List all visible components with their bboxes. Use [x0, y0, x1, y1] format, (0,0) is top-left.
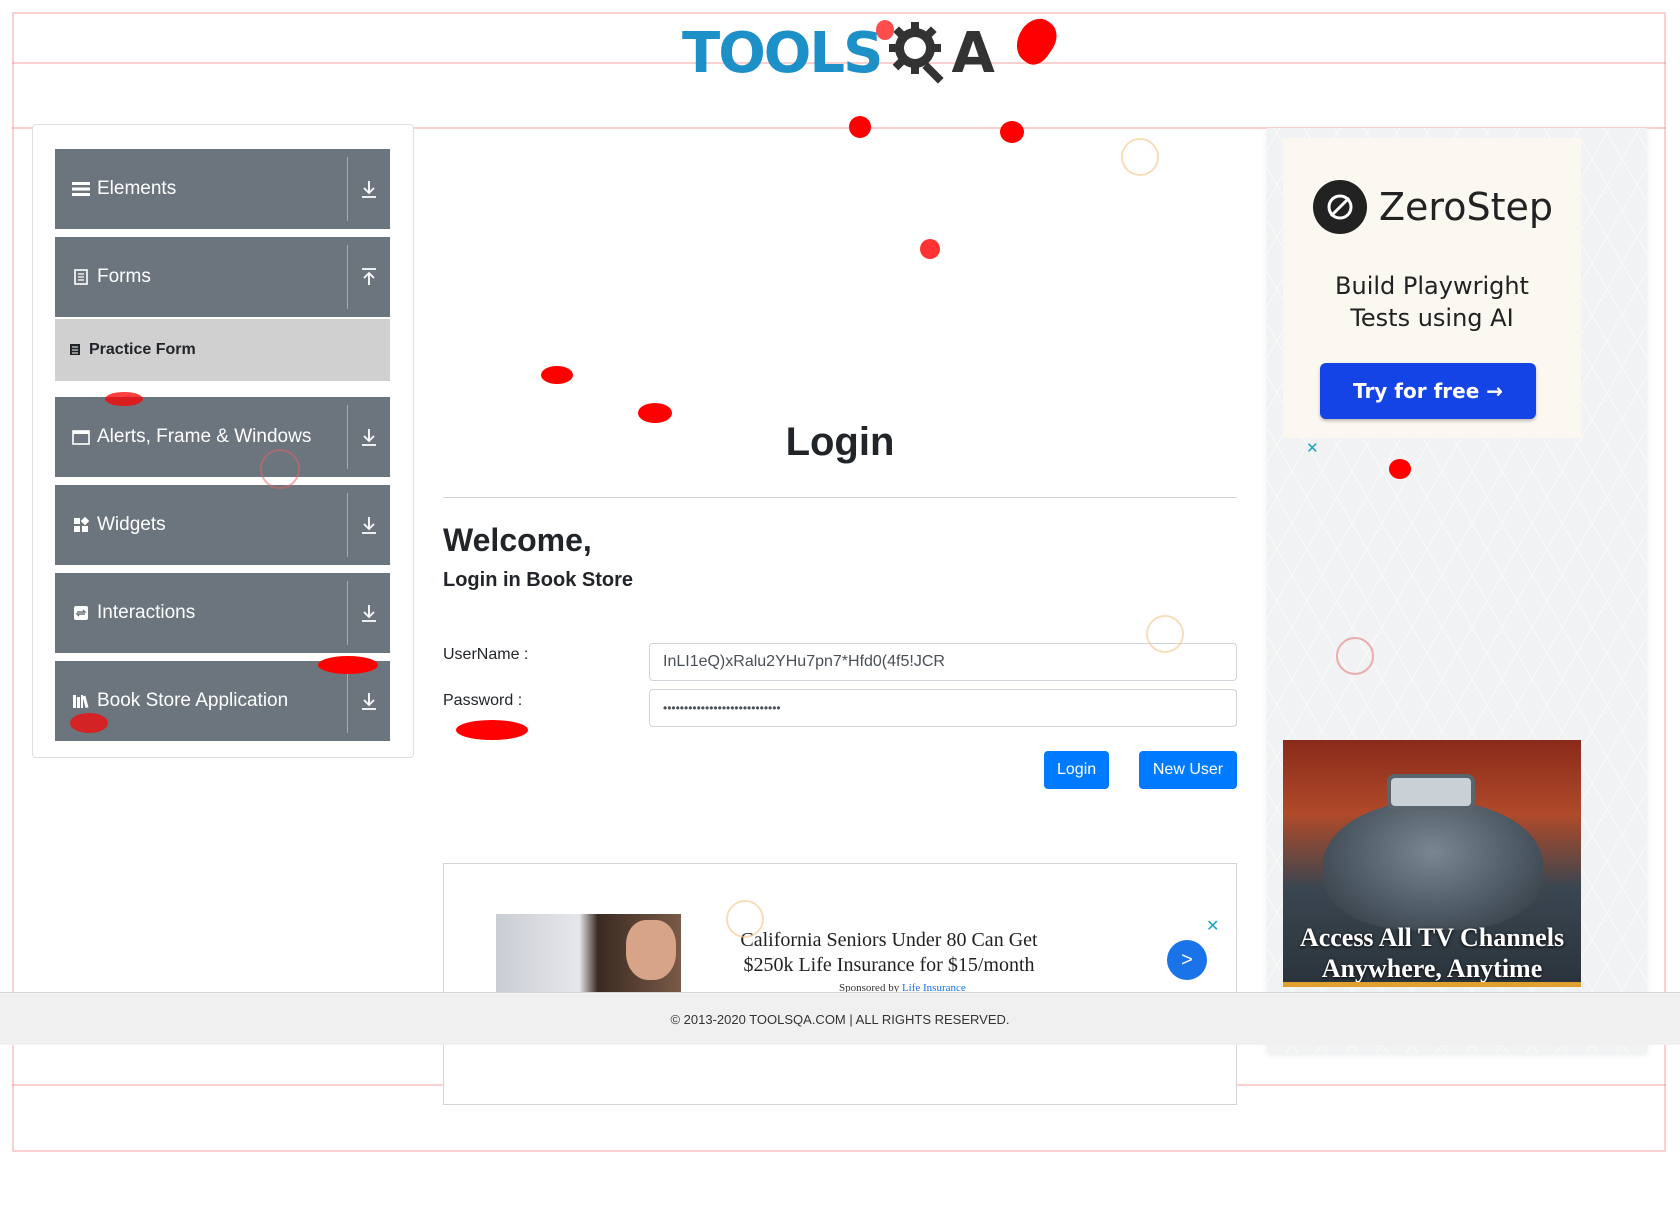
- download-arrow-icon[interactable]: [358, 177, 380, 201]
- nav-item-label: Practice Form: [89, 341, 196, 358]
- title-divider: [443, 497, 1237, 498]
- form-icon: [69, 343, 83, 357]
- divider: [347, 493, 348, 557]
- tagline-line-1: Build Playwright: [1335, 272, 1529, 300]
- nav-group-label: Forms: [97, 266, 151, 287]
- tagline-line-2: Tests using AI: [1350, 304, 1514, 332]
- zerostep-logo: ZeroStep: [1313, 180, 1553, 234]
- username-input[interactable]: [649, 643, 1237, 681]
- tv-ad-line-2: Anywhere, Anytime: [1321, 954, 1543, 983]
- close-icon[interactable]: ✕: [1306, 439, 1319, 457]
- close-icon[interactable]: ✕: [1206, 916, 1219, 936]
- nav-group-widgets[interactable]: Widgets: [55, 485, 390, 565]
- left-navigation: Elements Forms Practice Form Alerts, Fra…: [32, 124, 414, 758]
- right-ad-column: ZeroStep Build Playwright Tests using AI…: [1267, 128, 1647, 1053]
- password-input[interactable]: [649, 689, 1237, 727]
- nav-group-label: Widgets: [97, 514, 166, 535]
- copyright-text: © 2013-2020 TOOLSQA.COM | ALL RIGHTS RES…: [670, 1011, 1010, 1027]
- divider: [347, 581, 348, 645]
- tv-ad-line-1: Access All TV Channels: [1299, 923, 1565, 952]
- red-mark: [456, 720, 528, 740]
- red-mark: [541, 366, 573, 384]
- new-user-button[interactable]: New User: [1139, 751, 1237, 789]
- divider: [347, 157, 348, 221]
- nav-group-label: Book Store Application: [97, 690, 289, 711]
- nav-group-alerts-frame-windows[interactable]: Alerts, Frame & Windows: [55, 397, 390, 477]
- divider: [347, 669, 348, 733]
- nav-item-practice-form[interactable]: Practice Form: [55, 319, 390, 381]
- welcome-heading: Welcome,: [443, 522, 592, 558]
- nav-group-book-store-application[interactable]: Book Store Application: [55, 661, 390, 741]
- widgets-icon: [71, 515, 91, 535]
- nav-group-interactions[interactable]: Interactions: [55, 573, 390, 653]
- logo-suffix: A: [951, 20, 995, 86]
- download-arrow-icon[interactable]: [358, 601, 380, 625]
- document-icon: [71, 267, 91, 287]
- gear-icon: [885, 16, 951, 91]
- hdmi-port-image: [1387, 774, 1475, 810]
- tv-ad-text: Access All TV Channels Anywhere, Anytime: [1283, 922, 1581, 984]
- interactions-icon: [71, 603, 91, 623]
- hdmi-device-image: [1323, 800, 1543, 930]
- zerostep-name: ZeroStep: [1379, 185, 1553, 229]
- insurance-ad[interactable]: California Seniors Under 80 Can Get $250…: [443, 863, 1237, 1105]
- nav-group-elements[interactable]: Elements: [55, 149, 390, 229]
- password-label: Password :: [443, 692, 523, 709]
- toolsqa-logo[interactable]: TOOLS A: [682, 16, 995, 90]
- list-icon: [71, 179, 91, 199]
- try-for-free-button[interactable]: Try for free →: [1320, 363, 1536, 419]
- ad-headline[interactable]: California Seniors Under 80 Can Get $250…: [719, 928, 1059, 978]
- tv-ad-bar: [1283, 982, 1581, 987]
- zerostep-icon: [1313, 180, 1367, 234]
- login-subtitle: Login in Book Store: [443, 569, 633, 591]
- username-label: UserName :: [443, 646, 529, 663]
- tv-channels-ad[interactable]: Access All TV Channels Anywhere, Anytime: [1283, 740, 1581, 987]
- zerostep-ad[interactable]: ZeroStep Build Playwright Tests using AI…: [1283, 138, 1581, 438]
- download-arrow-icon[interactable]: [358, 689, 380, 713]
- logo-text: TOOLS: [682, 20, 883, 86]
- window-icon: [71, 427, 91, 447]
- nav-group-forms[interactable]: Forms: [55, 237, 390, 317]
- nav-group-label: Interactions: [97, 602, 196, 623]
- footer: © 2013-2020 TOOLSQA.COM | ALL RIGHTS RES…: [0, 992, 1680, 1045]
- header: TOOLS A: [0, 0, 1680, 130]
- divider: [347, 405, 348, 469]
- download-arrow-icon[interactable]: [358, 425, 380, 449]
- nav-group-label: Elements: [97, 178, 177, 199]
- login-button[interactable]: Login: [1044, 751, 1109, 789]
- zerostep-tagline: Build Playwright Tests using AI: [1283, 270, 1581, 334]
- books-icon: [71, 691, 91, 711]
- ad-face-image: [626, 920, 676, 980]
- upload-arrow-icon[interactable]: [358, 265, 380, 289]
- ad-go-button[interactable]: >: [1167, 940, 1207, 980]
- divider: [347, 245, 348, 309]
- nav-group-label: Alerts, Frame & Windows: [97, 426, 312, 447]
- download-arrow-icon[interactable]: [358, 513, 380, 537]
- page-title: Login: [785, 420, 895, 464]
- red-mark: [920, 239, 940, 259]
- marker-ring: [1121, 138, 1159, 176]
